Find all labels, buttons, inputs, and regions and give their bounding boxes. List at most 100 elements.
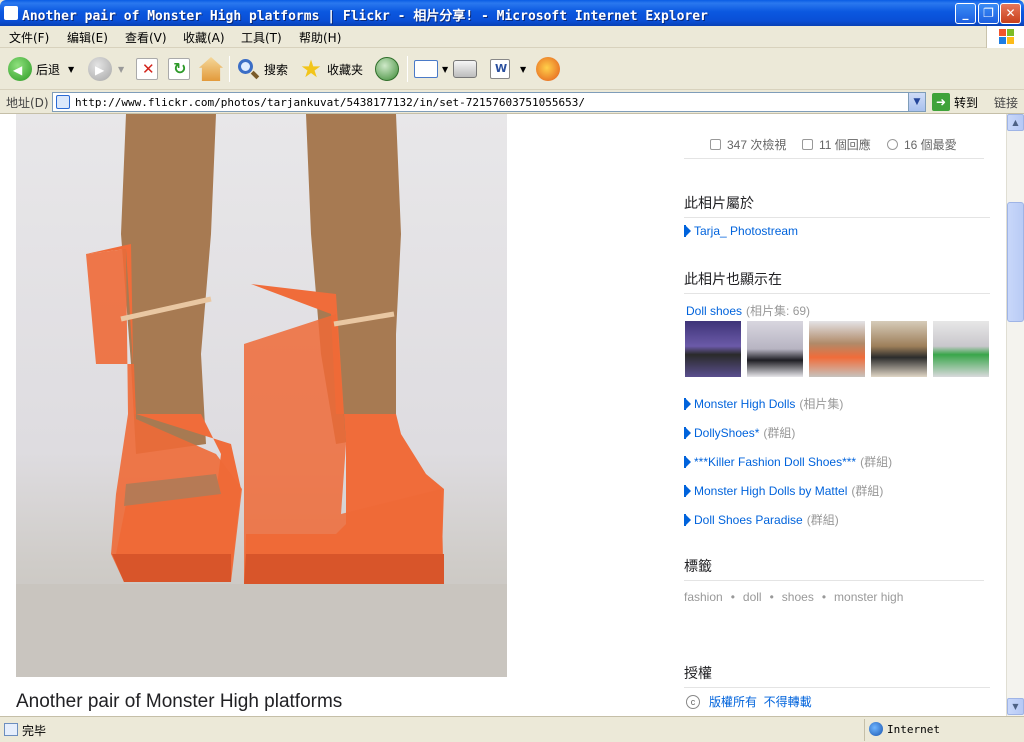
back-dropdown-icon[interactable]: ▼ <box>68 65 74 74</box>
forward-button[interactable]: ▶ ▼ <box>88 55 124 83</box>
photostream-link-text[interactable]: Tarja_ Photostream <box>694 224 798 238</box>
messenger-button[interactable] <box>536 55 564 83</box>
maximize-button[interactable]: ❐ <box>978 3 999 24</box>
menu-help[interactable]: 帮助(H) <box>299 29 341 46</box>
set-thumbnail[interactable] <box>933 321 989 377</box>
scroll-thumb[interactable] <box>1007 202 1024 322</box>
status-text: 完毕 <box>22 724 47 738</box>
license-row[interactable]: c 版權所有 不得轉載 <box>686 693 812 710</box>
menu-file[interactable]: 文件(F) <box>9 29 49 46</box>
tag-separator: • <box>821 590 827 604</box>
ie-window: Another pair of Monster High platforms |… <box>0 0 1024 742</box>
address-label: 地址(D) <box>6 96 49 110</box>
comments-stat[interactable]: 11 個回應 <box>802 136 871 153</box>
page-content: Another pair of Monster High platforms 3… <box>0 114 1006 716</box>
windows-logo-icon <box>986 26 1024 48</box>
address-input[interactable]: http://www.flickr.com/photos/tarjankuvat… <box>52 92 926 112</box>
go-button[interactable]: ➜ 转到 <box>932 92 978 112</box>
status-bar: 完毕 Internet <box>0 716 1024 742</box>
links-button[interactable]: 链接 <box>994 94 1018 111</box>
mail-dropdown-icon[interactable]: ▼ <box>442 65 448 74</box>
history-button[interactable] <box>375 55 403 83</box>
menu-tools[interactable]: 工具(T) <box>241 29 282 46</box>
group-link-text[interactable]: DollyShoes* <box>694 426 759 440</box>
set-thumbnail[interactable] <box>871 321 927 377</box>
group-link-text[interactable]: Monster High Dolls by Mattel <box>694 484 847 498</box>
faves-stat[interactable]: 16 個最愛 <box>887 136 957 153</box>
refresh-button[interactable]: ↻ <box>168 55 194 83</box>
divider <box>684 158 984 159</box>
tag-item[interactable]: fashion <box>684 590 723 604</box>
menu-favorites[interactable]: 收藏(A) <box>183 29 225 46</box>
group-link-text[interactable]: Doll Shoes Paradise <box>694 513 803 527</box>
group-meta: (相片集) <box>799 397 844 411</box>
faves-count: 16 個最愛 <box>904 138 957 152</box>
print-button[interactable] <box>453 55 481 83</box>
photo-floor <box>16 584 507 677</box>
group-link[interactable]: Doll Shoes Paradise (群組) <box>684 511 839 528</box>
search-icon <box>236 57 260 81</box>
set-link-doll-shoes[interactable]: Doll shoes (相片集: 69) <box>686 302 810 319</box>
scroll-down-button[interactable]: ▼ <box>1007 698 1024 715</box>
arrow-icon <box>684 426 691 439</box>
group-link[interactable]: Monster High Dolls (相片集) <box>684 395 844 412</box>
main-photo[interactable] <box>16 114 507 677</box>
star-icon <box>887 139 898 150</box>
home-button[interactable] <box>199 55 227 83</box>
group-link[interactable]: DollyShoes* (群組) <box>684 424 795 441</box>
word-edit-icon: W <box>490 59 510 79</box>
license-link[interactable]: 版權所有 不得轉載 <box>709 693 812 710</box>
favorites-button[interactable]: ★ 收藏夹 <box>299 55 363 83</box>
photo-sidebar: 347 次檢視 11 個回應 16 個最愛 此相片屬於 Tarja_ Photo… <box>684 114 990 716</box>
security-zone[interactable]: Internet <box>864 719 1024 741</box>
license-title: 授權 <box>684 665 712 681</box>
zone-label: Internet <box>887 723 940 736</box>
search-button[interactable]: 搜索 <box>236 55 288 83</box>
menu-edit[interactable]: 编辑(E) <box>67 29 108 46</box>
globe-icon <box>869 722 883 736</box>
stop-icon: ✕ <box>136 58 158 80</box>
vertical-scrollbar[interactable]: ▲ ▼ <box>1006 114 1024 716</box>
group-link[interactable]: ***Killer Fashion Doll Shoes*** (群組) <box>684 453 892 470</box>
views-stat: 347 次檢視 <box>710 136 786 153</box>
minimize-button[interactable]: _ <box>955 3 976 24</box>
set-link-text[interactable]: Doll shoes <box>686 304 742 318</box>
set-thumbnail[interactable] <box>809 321 865 377</box>
copyright-icon: c <box>686 694 700 709</box>
set-thumbnail[interactable] <box>747 321 803 377</box>
group-meta: (群組) <box>806 513 839 527</box>
set-thumbnail[interactable] <box>685 321 741 377</box>
menu-view[interactable]: 查看(V) <box>125 29 167 46</box>
scroll-up-button[interactable]: ▲ <box>1007 114 1024 131</box>
address-url[interactable]: http://www.flickr.com/photos/tarjankuvat… <box>75 96 585 109</box>
favorites-label: 收藏夹 <box>327 62 364 77</box>
forward-dropdown-icon[interactable]: ▼ <box>118 65 124 74</box>
tag-item[interactable]: doll <box>743 590 762 604</box>
printer-icon <box>453 60 477 78</box>
divider <box>684 293 990 294</box>
back-label: 后退 <box>36 62 61 77</box>
comments-count: 11 個回應 <box>819 138 871 152</box>
views-icon <box>710 139 721 150</box>
arrow-icon <box>684 225 691 237</box>
divider <box>684 217 990 218</box>
group-link-text[interactable]: ***Killer Fashion Doll Shoes*** <box>694 455 856 469</box>
set-thumbnails <box>685 321 989 377</box>
title-bar[interactable]: Another pair of Monster High platforms |… <box>0 0 1024 26</box>
group-link-text[interactable]: Monster High Dolls <box>694 397 795 411</box>
close-button[interactable]: ✕ <box>1000 3 1021 24</box>
stop-button[interactable]: ✕ <box>136 55 162 83</box>
back-button[interactable]: ◀ 后退 ▼ <box>8 55 74 83</box>
arrow-icon <box>684 484 691 497</box>
mail-icon <box>414 60 438 78</box>
tag-item[interactable]: shoes <box>782 590 814 604</box>
photostream-link[interactable]: Tarja_ Photostream <box>684 224 798 238</box>
tag-item[interactable]: monster high <box>834 590 903 604</box>
address-dropdown-icon[interactable]: ▼ <box>908 93 925 111</box>
mail-button[interactable]: ▼ <box>414 55 448 83</box>
group-link[interactable]: Monster High Dolls by Mattel (群組) <box>684 482 884 499</box>
messenger-icon <box>536 57 560 81</box>
edit-dropdown-icon[interactable]: ▼ <box>520 65 526 74</box>
group-meta: (群組) <box>851 484 884 498</box>
edit-button[interactable]: W ▼ <box>490 55 526 83</box>
